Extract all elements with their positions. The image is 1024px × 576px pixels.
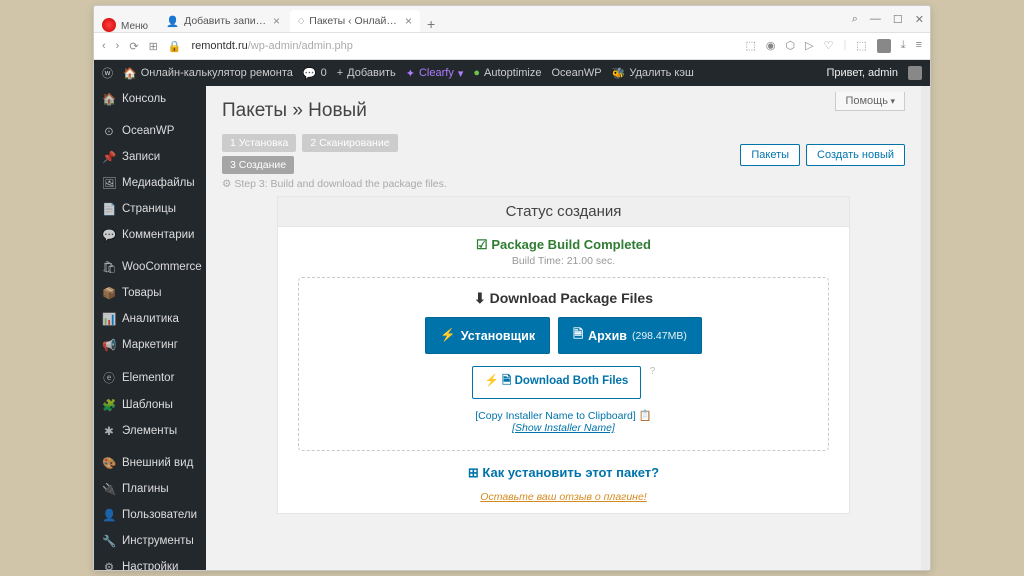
menu-analytics[interactable]: 📊Аналитика xyxy=(94,306,206,332)
menu-console[interactable]: 🏠Консоль xyxy=(94,86,206,112)
build-time: Build Time: 21.00 sec. xyxy=(294,255,833,267)
review-link[interactable]: Оставьте ваш отзыв о плагине! xyxy=(294,491,833,503)
menu-woocommerce[interactable]: 🛍WooCommerce xyxy=(94,254,206,280)
wp-logo-icon[interactable]: ⓦ xyxy=(102,65,113,81)
browser-tab[interactable]: ◌ Пакеты ‹ Онлайн-кальку… × xyxy=(290,10,420,32)
installer-button[interactable]: ⚡ Установщик xyxy=(425,317,550,354)
url-field[interactable]: remontdt.ru/wp-admin/admin.php xyxy=(191,40,735,52)
menu-elements[interactable]: ✱Элементы xyxy=(94,418,206,444)
search-icon[interactable]: ⌕ xyxy=(852,13,858,26)
menu-marketing[interactable]: 📢Маркетинг xyxy=(94,332,206,358)
user-avatar-icon[interactable] xyxy=(908,66,922,80)
browser-title-bar: Меню 👤 Добавить запись ‹ Админ… × ◌ Паке… xyxy=(94,6,930,32)
menu-posts[interactable]: 📌Записи xyxy=(94,144,206,170)
address-bar: ‹ › ⟳ ⊞ 🔒 remontdt.ru/wp-admin/admin.php… xyxy=(94,32,930,60)
tab-title: Пакеты ‹ Онлайн-кальку… xyxy=(309,15,400,27)
bolt-icon: ⚡ xyxy=(440,328,456,343)
new-tab-button[interactable]: + xyxy=(422,16,440,32)
main-content: Помощь Пакеты » Новый 1 Установка 2 Скан… xyxy=(206,86,921,570)
site-name[interactable]: 🏠Онлайн-калькулятор ремонта xyxy=(123,67,293,80)
menu-media[interactable]: 🖼Медиафайлы xyxy=(94,170,206,196)
oceanwp-menu[interactable]: OceanWP xyxy=(552,67,602,79)
status-panel: Статус создания Package Build Completed … xyxy=(277,196,850,514)
opera-logo-icon xyxy=(102,18,116,32)
menu-plugins[interactable]: 🔌Плагины xyxy=(94,476,206,502)
menu-users[interactable]: 👤Пользователи xyxy=(94,502,206,528)
menu-tools[interactable]: 🔧Инструменты xyxy=(94,528,206,554)
copy-installer-link[interactable]: [Copy Installer Name to Clipboard] 📋 xyxy=(309,409,818,422)
ext-icon[interactable]: ♡ xyxy=(824,39,834,53)
menu-appearance[interactable]: 🎨Внешний вид xyxy=(94,450,206,476)
menu-oceanwp[interactable]: ⊙OceanWP xyxy=(94,118,206,144)
back-icon[interactable]: ‹ xyxy=(102,40,106,53)
download-box: Download Package Files ⚡ Установщик 🗎 Ар… xyxy=(298,277,829,451)
ext-icon[interactable]: ⬚ xyxy=(745,39,755,53)
download-both-button[interactable]: ⚡ 🗎 Download Both Files xyxy=(472,366,642,399)
file-icon: 🗎 xyxy=(573,325,583,346)
menu-comments[interactable]: 💬Комментарии xyxy=(94,222,206,248)
spinner-icon: ◌ xyxy=(298,15,304,27)
close-tab-icon[interactable]: × xyxy=(405,14,412,28)
menu-products[interactable]: 📦Товары xyxy=(94,280,206,306)
menu-templates[interactable]: 🧩Шаблоны xyxy=(94,392,206,418)
panel-header: Статус создания xyxy=(278,197,849,227)
tab-title: Добавить запись ‹ Админ… xyxy=(184,15,268,27)
browser-tab[interactable]: 👤 Добавить запись ‹ Админ… × xyxy=(158,10,288,32)
ext-icon[interactable]: ⬚ xyxy=(856,39,866,53)
menu-settings[interactable]: ⚙Настройки xyxy=(94,554,206,570)
comments-count[interactable]: 💬0 xyxy=(303,67,327,80)
autoptimize-menu[interactable]: ●Autoptimize xyxy=(473,67,541,79)
create-new-button[interactable]: Создать новый xyxy=(806,144,905,166)
step-1[interactable]: 1 Установка xyxy=(222,134,296,152)
wp-adminbar: ⓦ 🏠Онлайн-калькулятор ремонта 💬0 +Добави… xyxy=(94,60,930,86)
archive-button[interactable]: 🗎 Архив (298.47MB) xyxy=(558,317,702,354)
forward-icon[interactable]: › xyxy=(116,40,120,53)
greeting[interactable]: Привет, admin xyxy=(826,67,898,79)
help-icon[interactable]: ? xyxy=(650,366,656,377)
reload-icon[interactable]: ⟳ xyxy=(129,40,138,53)
help-tab[interactable]: Помощь xyxy=(835,92,905,111)
download-title: Download Package Files xyxy=(309,290,818,307)
user-icon: 👤 xyxy=(166,15,179,28)
packages-button[interactable]: Пакеты xyxy=(740,144,800,166)
step-2[interactable]: 2 Сканирование xyxy=(302,134,397,152)
maximize-icon[interactable]: ☐ xyxy=(893,13,903,26)
howto-link[interactable]: Как установить этот пакет? xyxy=(294,465,833,481)
profile-avatar[interactable] xyxy=(877,39,891,53)
step-note: ⚙ Step 3: Build and download the package… xyxy=(222,178,905,190)
show-installer-link[interactable]: [Show Installer Name] xyxy=(309,422,818,434)
close-tab-icon[interactable]: × xyxy=(273,14,280,28)
page-title: Пакеты » Новый xyxy=(222,100,905,122)
add-new[interactable]: +Добавить xyxy=(337,67,396,79)
apps-icon[interactable]: ⊞ xyxy=(149,40,158,53)
close-window-icon[interactable]: ✕ xyxy=(915,13,924,26)
menu-elementor[interactable]: ⓔElementor xyxy=(94,364,206,392)
scrollbar[interactable] xyxy=(921,86,930,570)
ext-icon[interactable]: ▷ xyxy=(805,39,813,53)
lock-icon[interactable]: 🔒 xyxy=(168,40,182,53)
clearfy-menu[interactable]: ✦Clearfy▾ xyxy=(406,67,464,80)
menu-pages[interactable]: 📄Страницы xyxy=(94,196,206,222)
download-icon[interactable]: ⤓ xyxy=(901,39,906,53)
step-3[interactable]: 3 Создание xyxy=(222,156,294,174)
clear-cache[interactable]: 🐝Удалить кэш xyxy=(612,67,694,80)
more-icon[interactable]: ≡ xyxy=(916,39,922,53)
opera-menu[interactable]: Меню xyxy=(121,21,148,32)
ext-icon[interactable]: ◉ xyxy=(766,39,776,53)
admin-sidebar: 🏠Консоль ⊙OceanWP 📌Записи 🖼Медиафайлы 📄С… xyxy=(94,86,206,570)
ext-icon[interactable]: ⬡ xyxy=(785,39,795,53)
archive-size: (298.47MB) xyxy=(632,330,687,342)
build-completed: Package Build Completed xyxy=(294,237,833,253)
minimize-icon[interactable]: — xyxy=(870,13,881,26)
